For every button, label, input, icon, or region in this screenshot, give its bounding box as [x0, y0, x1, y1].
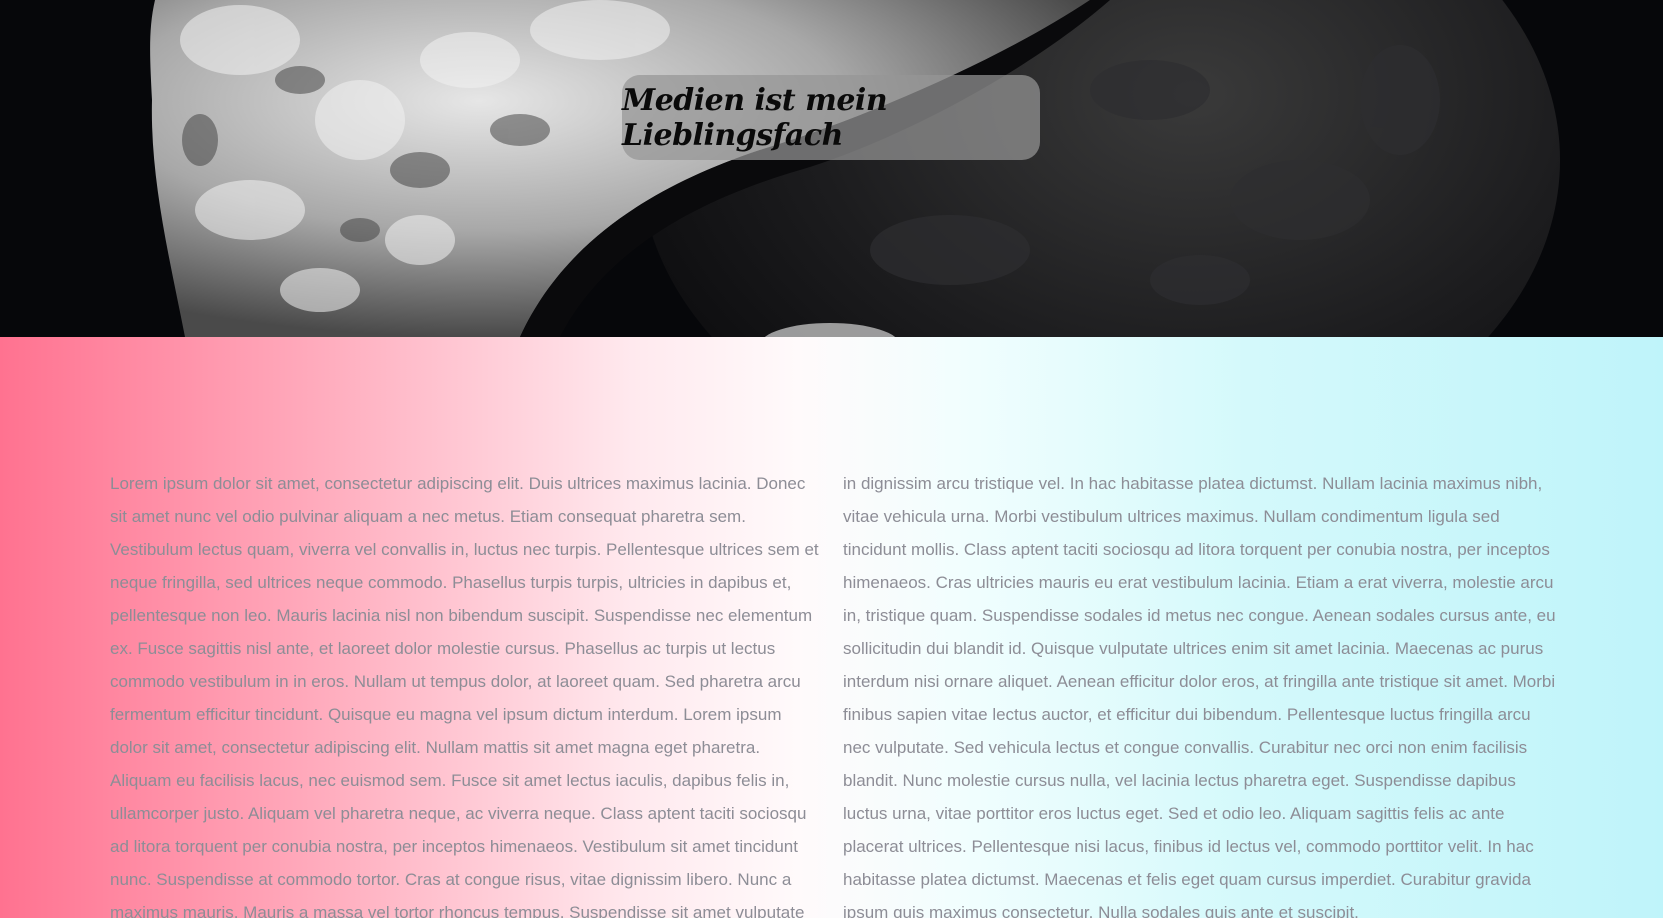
hero-title-box: Medien ist mein Lieblingsfach [622, 75, 1040, 160]
content-section: Lorem ipsum dolor sit amet, consectetur … [0, 337, 1663, 918]
text-column-left: Lorem ipsum dolor sit amet, consectetur … [110, 474, 819, 918]
hero-banner: Medien ist mein Lieblingsfach [0, 0, 1663, 337]
text-columns: Lorem ipsum dolor sit amet, consectetur … [110, 467, 1556, 918]
hero-title: Medien ist mein Lieblingsfach [622, 82, 888, 153]
hero-background-image [150, 0, 1560, 337]
text-column-right: in dignissim arcu tristique vel. In hac … [843, 474, 1556, 918]
